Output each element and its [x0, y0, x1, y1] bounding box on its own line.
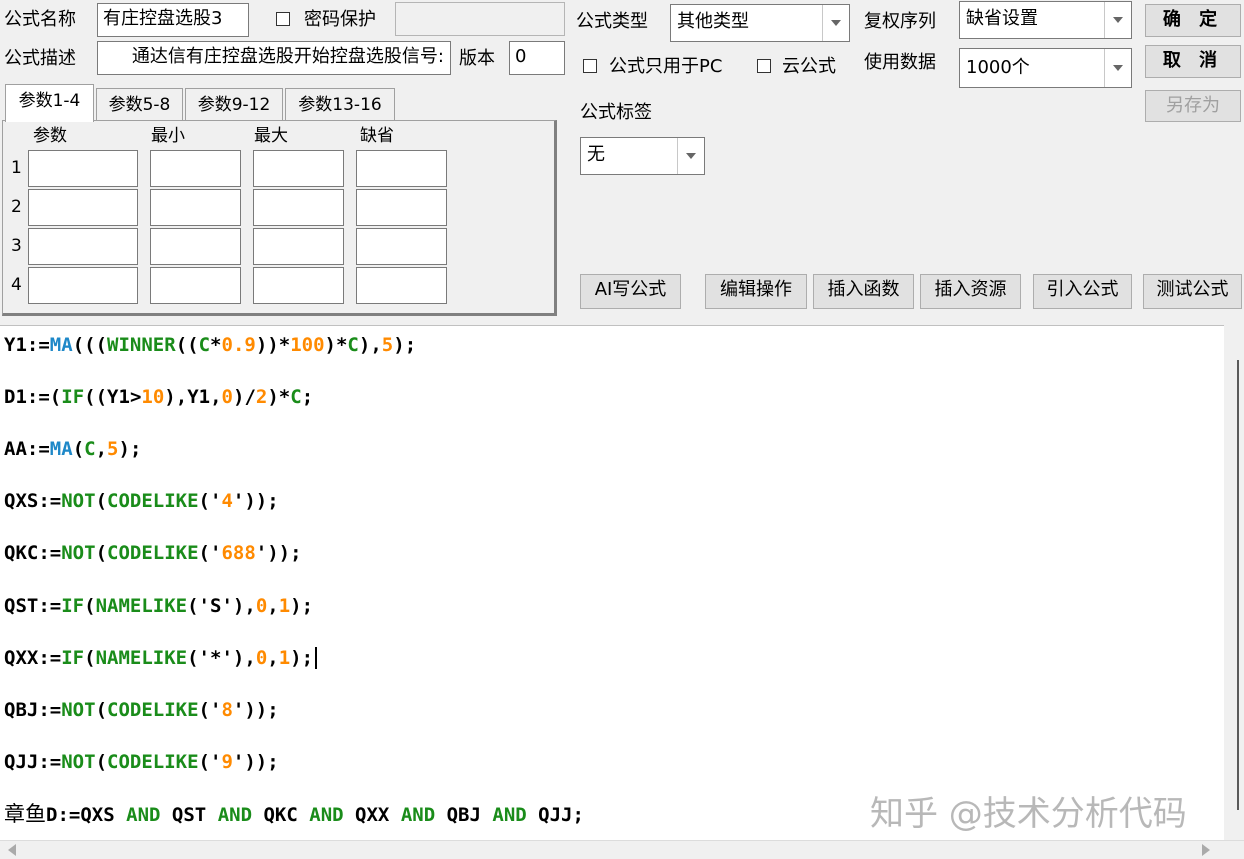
ai-formula-button[interactable]: AI写公式 [580, 274, 681, 309]
chevron-down-icon[interactable] [1104, 49, 1131, 87]
formula-name-input[interactable]: 有庄控盘选股3 [97, 3, 249, 37]
cloud-label: 云公式 [782, 56, 836, 77]
data-count-value: 1000个 [966, 57, 1030, 78]
param-min-input[interactable] [150, 150, 241, 187]
text-cursor [315, 647, 318, 670]
param-max-input[interactable] [253, 228, 344, 265]
cloud-checkbox[interactable] [757, 59, 771, 73]
code-line[interactable]: QST:=IF(NAMELIKE('S'),0,1); [4, 593, 313, 619]
param-row-number: 3 [11, 236, 22, 256]
horizontal-scrollbar[interactable] [0, 840, 1244, 859]
tab-params-5-8[interactable]: 参数5-8 [96, 88, 183, 122]
param-default-input[interactable] [356, 228, 447, 265]
code-line[interactable]: QBJ:=NOT(CODELIKE('8')); [4, 697, 279, 723]
param-name-input[interactable] [28, 267, 138, 304]
cancel-button[interactable]: 取 消 [1145, 45, 1241, 78]
param-max-input[interactable] [253, 267, 344, 304]
formula-desc-input[interactable]: 通达信有庄控盘选股开始控盘选股信号: [97, 41, 451, 75]
import-formula-button[interactable]: 引入公式 [1033, 274, 1132, 309]
code-line[interactable]: QXS:=NOT(CODELIKE('4')); [4, 488, 279, 514]
scroll-left-icon[interactable] [8, 844, 16, 856]
param-default-input[interactable] [356, 189, 447, 226]
param-min-input[interactable] [150, 267, 241, 304]
param-name-input[interactable] [28, 150, 138, 187]
rights-select[interactable]: 缺省设置 [959, 1, 1132, 39]
version-input[interactable]: 0 [509, 41, 565, 75]
pc-only-checkbox[interactable] [583, 59, 597, 73]
formula-tag-label: 公式标签 [580, 102, 652, 123]
param-default-input[interactable] [356, 150, 447, 187]
watermark-text: 知乎 @技术分析代码 [870, 794, 1187, 834]
code-line[interactable]: QJJ:=NOT(CODELIKE('9')); [4, 749, 279, 775]
pc-only-label: 公式只用于PC [609, 56, 723, 77]
edit-operations-button[interactable]: 编辑操作 [705, 274, 807, 309]
chevron-down-icon[interactable] [1104, 2, 1131, 38]
code-line[interactable]: AA:=MA(C,5); [4, 436, 141, 462]
formula-type-value: 其他类型 [677, 11, 749, 32]
password-checkbox[interactable] [276, 12, 290, 26]
version-label: 版本 [459, 48, 495, 69]
param-max-input[interactable] [253, 150, 344, 187]
chevron-down-icon[interactable] [822, 5, 849, 41]
rights-value: 缺省设置 [966, 8, 1038, 29]
password-label: 密码保护 [304, 9, 376, 30]
insert-resource-button[interactable]: 插入资源 [920, 274, 1021, 309]
tab-params-13-16[interactable]: 参数13-16 [285, 88, 395, 122]
scroll-right-icon[interactable] [1202, 844, 1210, 856]
formula-type-select[interactable]: 其他类型 [670, 4, 850, 42]
code-line[interactable]: 章鱼D:=QXS AND QST AND QKC AND QXX AND QBJ… [4, 801, 584, 828]
formula-tag-select[interactable]: 无 [580, 137, 705, 175]
code-line[interactable]: Y1:=MA(((WINNER((C*0.9))*100)*C),5); [4, 332, 416, 358]
param-header-min: 最小 [151, 126, 185, 146]
ok-button[interactable]: 确 定 [1145, 4, 1241, 37]
param-max-input[interactable] [253, 189, 344, 226]
param-row-number: 4 [11, 275, 22, 295]
password-input[interactable] [395, 2, 565, 36]
chevron-down-icon[interactable] [677, 138, 704, 174]
param-name-input[interactable] [28, 228, 138, 265]
vertical-scrollbar[interactable] [1224, 325, 1244, 845]
param-header-max: 最大 [254, 126, 288, 146]
param-row-number: 2 [11, 197, 22, 217]
code-editor[interactable]: Y1:=MA(((WINNER((C*0.9))*100)*C),5); D1:=… [0, 325, 1244, 846]
insert-function-button[interactable]: 插入函数 [813, 274, 914, 309]
code-line[interactable]: QXX:=IF(NAMELIKE('*'),0,1); [4, 645, 318, 671]
param-default-input[interactable] [356, 267, 447, 304]
code-line[interactable]: QKC:=NOT(CODELIKE('688')); [4, 540, 302, 566]
formula-desc-label: 公式描述 [4, 48, 76, 69]
save-as-button[interactable]: 另存为 [1145, 90, 1241, 122]
test-formula-button[interactable]: 测试公式 [1143, 274, 1242, 309]
tab-params-1-4[interactable]: 参数1-4 [5, 84, 94, 122]
param-header-default: 缺省 [360, 126, 394, 146]
formula-desc-value: 通达信有庄控盘选股开始控盘选股信号: [131, 46, 444, 67]
formula-type-label: 公式类型 [576, 11, 648, 32]
code-line[interactable]: D1:=(IF((Y1>10),Y1,0)/2)*C; [4, 384, 313, 410]
formula-tag-value: 无 [587, 144, 605, 165]
param-row-number: 1 [11, 158, 22, 178]
data-count-select[interactable]: 1000个 [959, 48, 1132, 88]
data-count-label: 使用数据 [864, 52, 936, 73]
tab-params-9-12[interactable]: 参数9-12 [185, 88, 283, 122]
param-min-input[interactable] [150, 228, 241, 265]
rights-label: 复权序列 [864, 11, 936, 32]
param-header-name: 参数 [33, 126, 67, 146]
formula-name-label: 公式名称 [4, 9, 76, 30]
param-name-input[interactable] [28, 189, 138, 226]
param-min-input[interactable] [150, 189, 241, 226]
